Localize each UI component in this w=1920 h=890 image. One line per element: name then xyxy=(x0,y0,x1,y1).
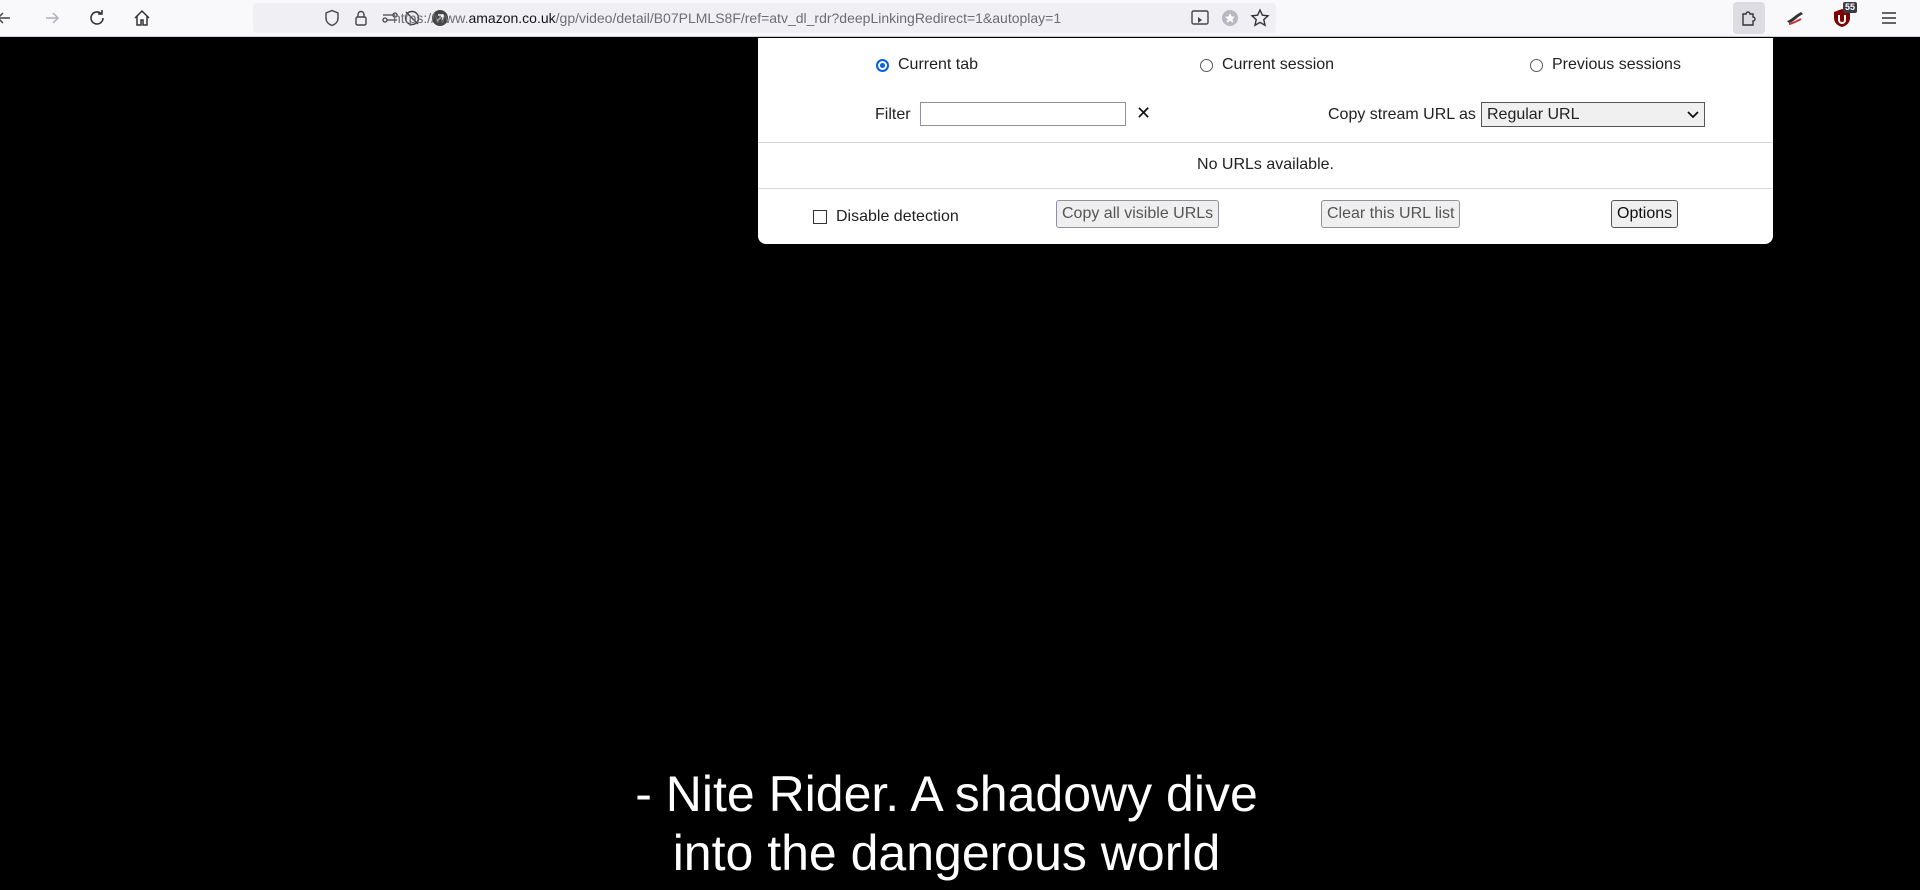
chevron-down-icon xyxy=(1687,110,1699,118)
picture-in-picture-icon[interactable] xyxy=(1189,7,1211,29)
lock-icon[interactable] xyxy=(350,7,372,29)
copy-format-select[interactable]: Regular URL xyxy=(1481,102,1705,127)
forward-button[interactable] xyxy=(36,2,68,34)
empty-url-list-message: No URLs available. xyxy=(1197,156,1334,173)
filter-label: Filter xyxy=(875,106,911,123)
copy-all-urls-button[interactable]: Copy all visible URLs xyxy=(1056,200,1220,228)
stream-detector-extension-button[interactable] xyxy=(1779,2,1811,34)
radio-current-session[interactable] xyxy=(1200,58,1213,72)
home-icon xyxy=(134,9,150,26)
stream-detector-icon xyxy=(1787,12,1803,25)
url-prefix: https://www. xyxy=(393,10,469,26)
radio-current-tab[interactable] xyxy=(876,58,889,72)
video-subtitles: - Nite Rider. A shadowy dive into the da… xyxy=(0,765,1893,883)
reload-icon xyxy=(90,10,104,25)
tab-current-tab[interactable]: Current tab xyxy=(876,56,978,74)
tracking-shield-icon[interactable] xyxy=(321,7,343,29)
puzzle-icon xyxy=(1742,11,1756,26)
reader-view-icon[interactable] xyxy=(1219,7,1241,29)
url-bar[interactable]: https://www.amazon.co.uk/gp/video/detail… xyxy=(253,3,1276,33)
extensions-button[interactable] xyxy=(1733,2,1765,34)
home-button[interactable] xyxy=(126,2,158,34)
subtitle-line-1: - Nite Rider. A shadowy dive xyxy=(635,766,1258,822)
disable-detection-checkbox[interactable] xyxy=(813,210,827,224)
divider xyxy=(758,142,1773,143)
url-path: /gp/video/detail/B07PLMLS8F/ref=atv_dl_r… xyxy=(555,10,1062,26)
tab-current-session-label: Current session xyxy=(1222,56,1335,73)
copy-format-value: Regular URL xyxy=(1487,105,1580,123)
disable-detection-label: Disable detection xyxy=(836,208,959,225)
bookmark-star-icon[interactable] xyxy=(1249,7,1271,29)
ublock-badge-count: 55 xyxy=(1842,2,1857,13)
copy-stream-url-label: Copy stream URL as xyxy=(1328,106,1476,123)
reload-button[interactable] xyxy=(81,2,113,34)
ublock-extension-button[interactable]: 55 xyxy=(1826,2,1858,34)
back-arrow-icon xyxy=(0,12,10,24)
tab-previous-sessions[interactable]: Previous sessions xyxy=(1530,56,1681,74)
filter-input[interactable] xyxy=(920,102,1126,126)
subtitle-line-2: into the dangerous world xyxy=(672,825,1221,881)
back-button[interactable] xyxy=(0,2,20,34)
browser-toolbar: https://www.amazon.co.uk/gp/video/detail… xyxy=(0,0,1920,37)
url-host: amazon.co.uk xyxy=(468,10,556,26)
app-menu-button[interactable] xyxy=(1873,2,1905,34)
filter-clear-icon[interactable]: ✕ xyxy=(1136,101,1151,125)
clear-url-list-button[interactable]: Clear this URL list xyxy=(1321,200,1461,228)
stream-detector-popup: Current tab Current session Previous ses… xyxy=(758,38,1773,244)
tab-current-tab-label: Current tab xyxy=(898,56,979,73)
forward-arrow-icon xyxy=(46,12,60,24)
tab-previous-sessions-label: Previous sessions xyxy=(1552,56,1681,73)
options-button[interactable]: Options xyxy=(1611,200,1679,228)
divider xyxy=(758,188,1773,189)
hamburger-menu-icon xyxy=(1882,12,1896,24)
radio-previous-sessions[interactable] xyxy=(1530,58,1543,72)
url-text[interactable]: https://www.amazon.co.uk/gp/video/detail… xyxy=(393,10,1061,26)
tab-current-session[interactable]: Current session xyxy=(1200,56,1334,74)
disable-detection-toggle[interactable]: Disable detection xyxy=(813,208,959,226)
